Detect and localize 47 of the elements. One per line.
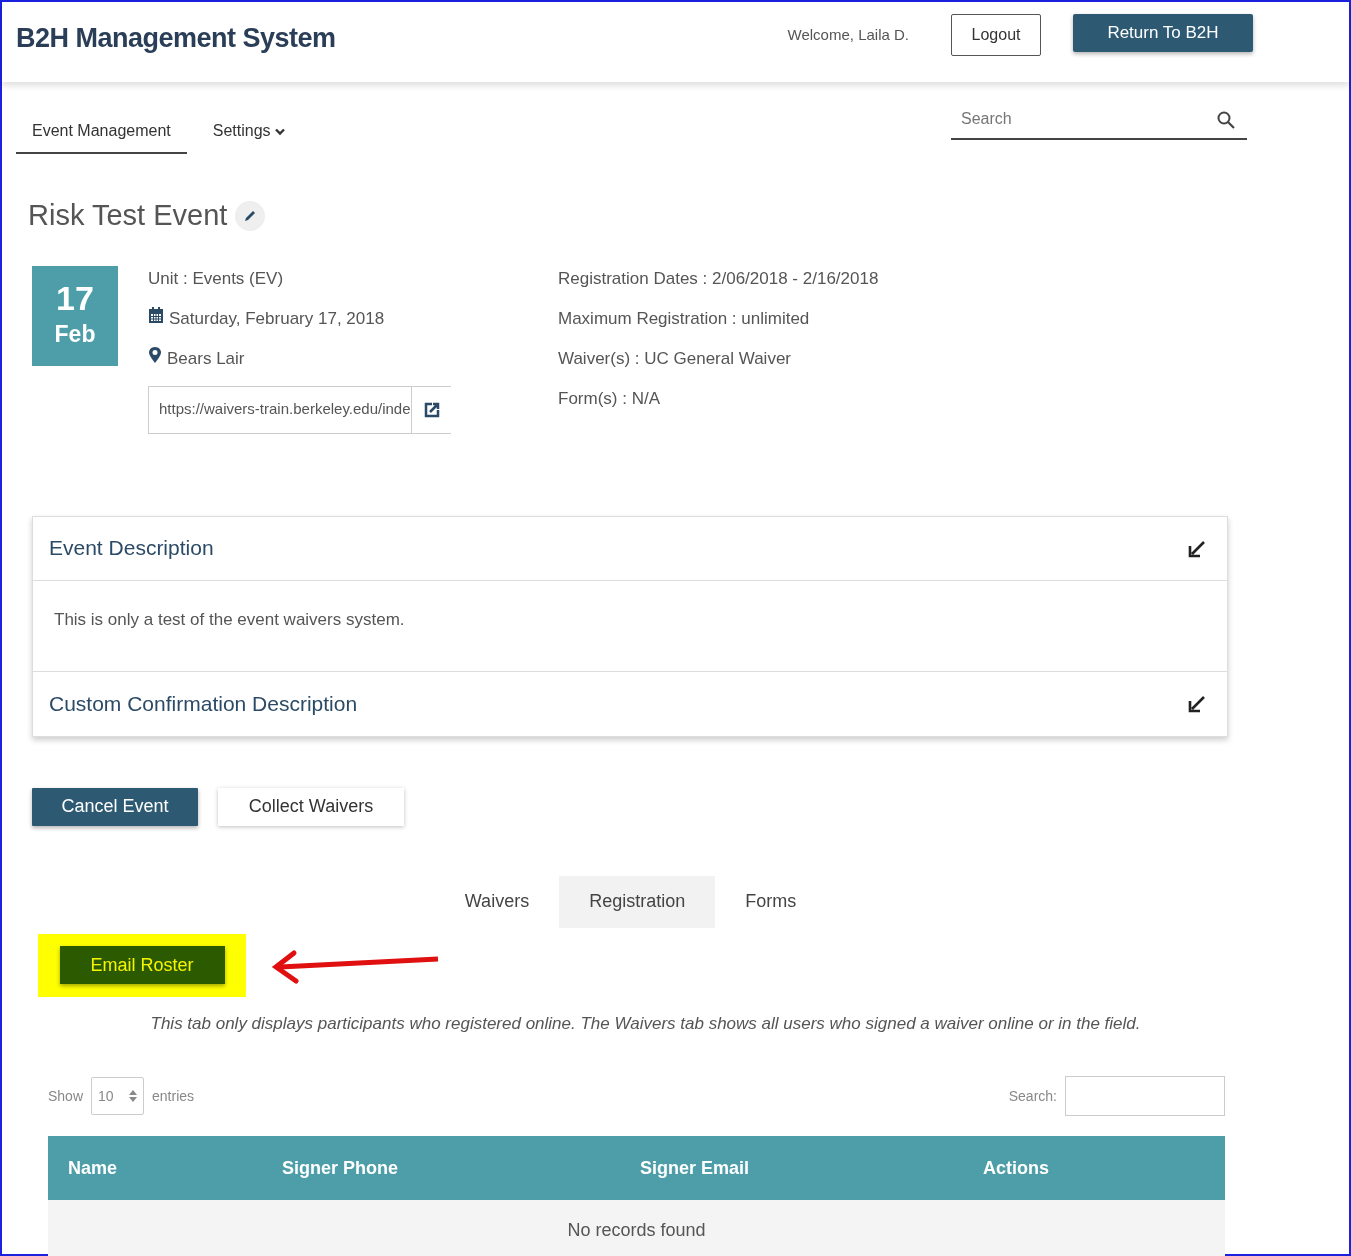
column-header: Signer Email [640,1156,751,1180]
collect-waivers-button[interactable]: Collect Waivers [218,787,404,826]
welcome-text: Welcome, Laila D. [787,24,909,45]
tab[interactable]: Forms [715,875,827,928]
edit-button[interactable] [235,200,266,231]
diagonal-arrow-icon [1187,694,1207,715]
app-title: B2H Management System [16,22,336,55]
event-unit: Unit : Events (EV) [148,267,284,290]
show-label: Show [48,1086,84,1106]
nav-tab[interactable]: Event Management [16,110,187,154]
return-button[interactable]: Return To B2H [1073,14,1253,52]
nav-tab[interactable]: Settings [196,110,301,154]
event-info: Maximum Registration : unlimited [558,307,811,330]
column-header: Name [67,1156,119,1180]
event-location: Bears Lair [167,347,245,370]
search-icon [1217,111,1235,129]
table-search-field[interactable] [1065,1076,1225,1116]
map-pin-icon [148,345,162,364]
empty-table-message: No records found [48,1200,1225,1256]
info-note: This tab only displays participants who registered online. The Waivers tab shows all users who signed a waiver online or in the field. [149,1012,1142,1035]
chevron-icon [274,127,285,136]
url-field[interactable]: https://waivers-train.berkeley.edu/inde [148,385,451,434]
calendar-icon [148,305,164,324]
panel-title: Event Description [49,535,214,562]
date-day: 17 [56,279,94,317]
sort-icon [129,1090,138,1102]
event-date: Saturday, February 17, 2018 [169,307,385,330]
column-header: Signer Phone [282,1156,399,1180]
cancel-event-button[interactable]: Cancel Event [32,787,198,826]
tab[interactable]: Registration [559,875,716,928]
column-header: Actions [983,1156,1049,1180]
entries-label: entries [152,1086,195,1106]
diagonal-arrow-icon [1187,538,1207,559]
logout-button[interactable]: Logout [951,14,1041,56]
page-size-select[interactable]: 10 [91,1077,145,1115]
pencil-icon [243,208,258,223]
date-month: Feb [54,319,96,349]
event-title: Risk Test Event [28,198,228,233]
tab[interactable]: Waivers [434,875,560,928]
event-info: Waiver(s) : UC General Waiver [558,347,792,370]
search-label: Search: [1008,1086,1057,1106]
email-roster-button[interactable]: Email Roster [59,946,225,984]
panel-title: Custom Confirmation Description [49,690,358,717]
share-icon [422,400,441,419]
event-info: Form(s) : N/A [558,387,661,410]
event-info: Registration Dates : 2/06/2018 - 2/16/2018 [558,267,879,290]
panel-body-text: This is only a test of the event waivers system. [33,580,1227,672]
